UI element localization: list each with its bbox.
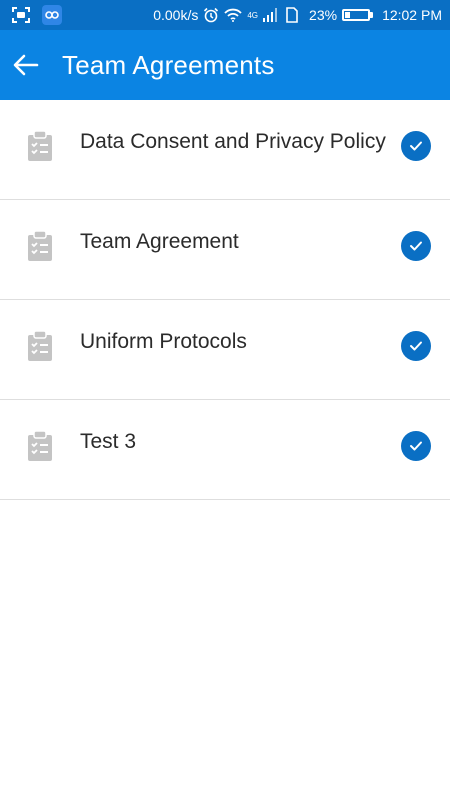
list-item-test-3[interactable]: Test 3 xyxy=(0,400,450,500)
wifi-icon xyxy=(224,8,243,22)
list-item-team-agreement[interactable]: Team Agreement xyxy=(0,200,450,300)
screenshot-icon xyxy=(12,7,30,23)
network-type: 4G xyxy=(247,10,259,20)
battery-icon xyxy=(342,9,374,21)
clipboard-check-icon xyxy=(26,230,54,262)
clock: 12:02 PM xyxy=(382,7,442,23)
agreements-list: Data Consent and Privacy Policy Team Agr… xyxy=(0,100,450,500)
check-circle-icon xyxy=(401,131,431,161)
agreement-label: Uniform Protocols xyxy=(80,330,247,353)
check-circle-icon xyxy=(401,331,431,361)
agreement-label: Data Consent and Privacy Policy xyxy=(80,130,386,153)
list-item-data-consent[interactable]: Data Consent and Privacy Policy xyxy=(0,100,450,200)
agreement-label: Test 3 xyxy=(80,430,137,453)
agreement-label: Team Agreement xyxy=(80,230,239,253)
alarm-icon xyxy=(203,7,219,23)
back-button[interactable] xyxy=(10,49,42,81)
status-bar: 0.00k/s 4G 23% 12:02 PM xyxy=(0,0,450,30)
check-circle-icon xyxy=(401,431,431,461)
clipboard-check-icon xyxy=(26,330,54,362)
network-speed: 0.00k/s xyxy=(153,7,199,23)
signal-icon xyxy=(263,8,278,22)
page-title: Team Agreements xyxy=(62,49,275,80)
battery-level xyxy=(345,12,351,18)
app-icon xyxy=(42,5,62,25)
battery-percent: 23% xyxy=(309,7,338,23)
app-bar: Team Agreements xyxy=(0,30,450,100)
clipboard-check-icon xyxy=(26,130,54,162)
sim-icon xyxy=(286,7,298,23)
arrow-left-icon xyxy=(13,54,39,76)
check-circle-icon xyxy=(401,231,431,261)
list-item-uniform-protocols[interactable]: Uniform Protocols xyxy=(0,300,450,400)
clipboard-check-icon xyxy=(26,430,54,462)
